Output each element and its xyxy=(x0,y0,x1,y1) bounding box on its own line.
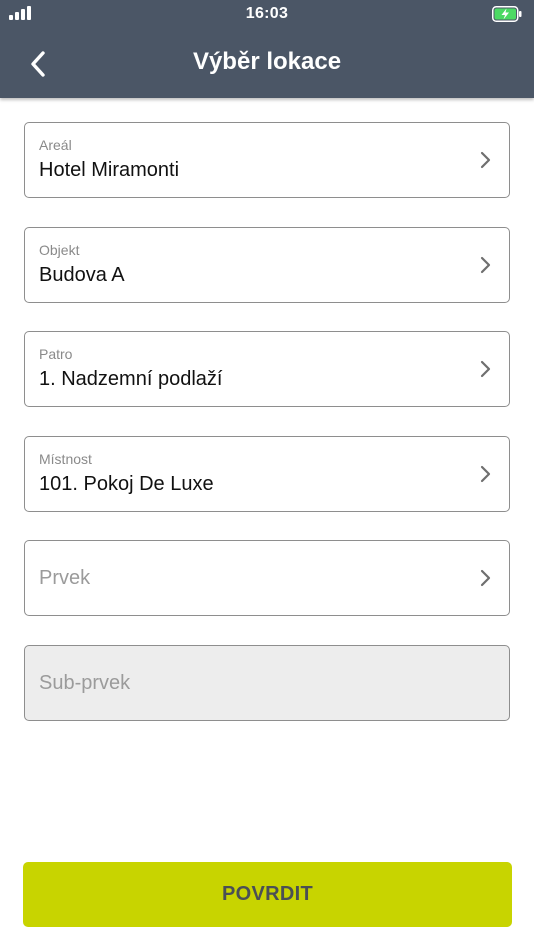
sub-prvek-placeholder: Sub-prvek xyxy=(39,672,131,694)
chevron-right-icon xyxy=(480,256,491,274)
objekt-label: Objekt xyxy=(39,242,80,258)
nav-bar: Výběr lokace xyxy=(0,36,534,90)
objekt-value: Budova A xyxy=(39,264,125,286)
status-time: 16:03 xyxy=(245,5,289,22)
chevron-right-icon xyxy=(480,569,491,587)
prvek-select[interactable]: Prvek xyxy=(24,540,510,616)
app-header: 16:03 Výběr lokace xyxy=(0,0,534,98)
prvek-placeholder: Prvek xyxy=(39,567,91,589)
mistnost-select[interactable]: Místnost 101. Pokoj De Luxe xyxy=(24,436,510,512)
chevron-right-icon xyxy=(480,465,491,483)
mistnost-label: Místnost xyxy=(39,451,92,467)
patro-label: Patro xyxy=(39,346,73,362)
areal-label: Areál xyxy=(39,137,72,153)
objekt-select[interactable]: Objekt Budova A xyxy=(24,227,510,303)
chevron-right-icon xyxy=(480,151,491,169)
page-title: Výběr lokace xyxy=(192,48,342,75)
areal-value: Hotel Miramonti xyxy=(39,159,180,181)
confirm-button[interactable]: POVRDIT xyxy=(23,862,512,927)
patro-value: 1. Nadzemní podlaží xyxy=(39,368,223,390)
mistnost-value: 101. Pokoj De Luxe xyxy=(39,473,214,495)
status-bar: 16:03 xyxy=(0,0,534,28)
sub-prvek-select: Sub-prvek xyxy=(24,645,510,721)
areal-select[interactable]: Areál Hotel Miramonti xyxy=(24,122,510,198)
patro-select[interactable]: Patro 1. Nadzemní podlaží xyxy=(24,331,510,407)
battery-charging-icon xyxy=(492,6,522,22)
chevron-right-icon xyxy=(480,360,491,378)
